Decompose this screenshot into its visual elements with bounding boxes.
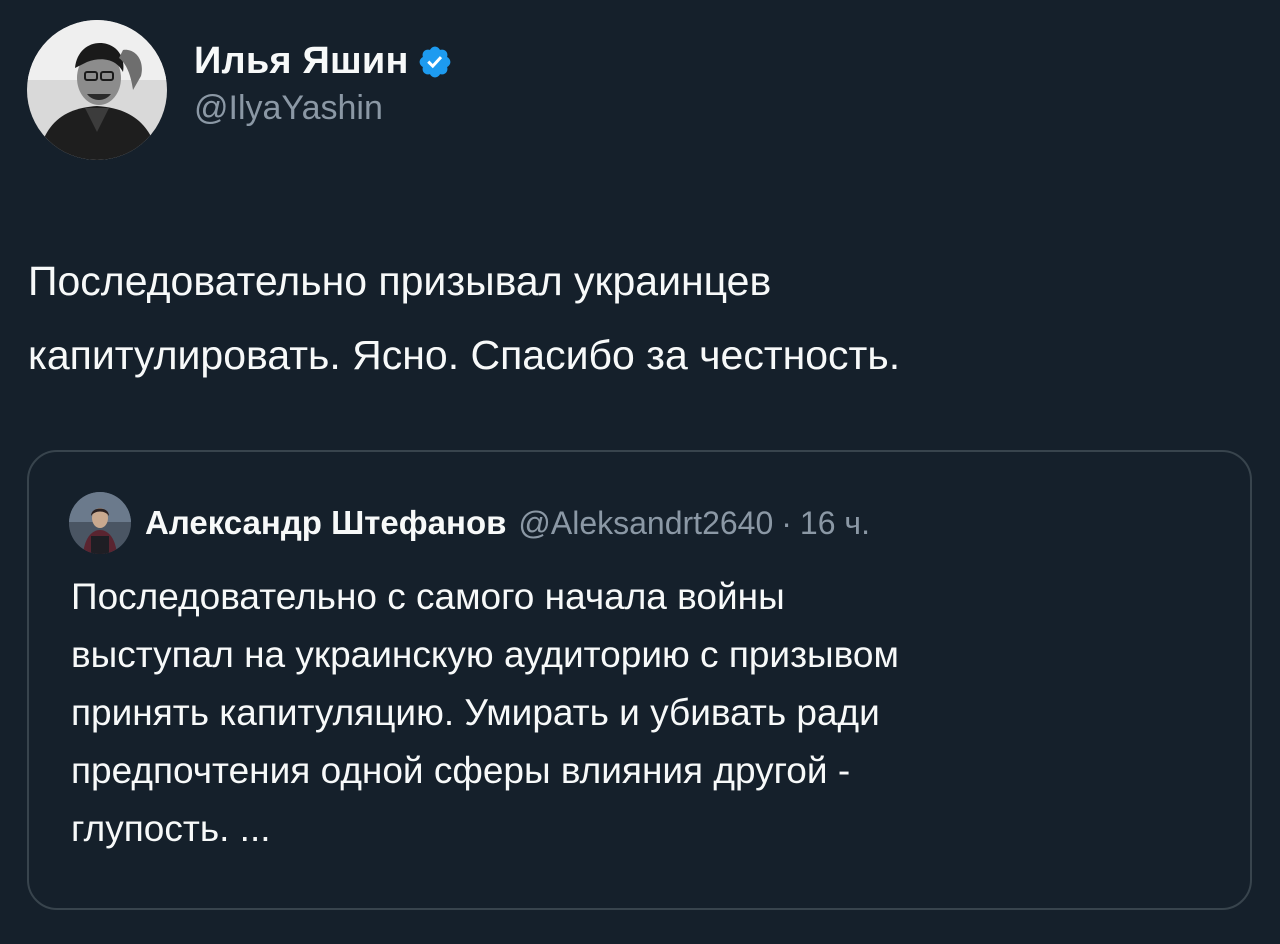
verified-badge-icon [417,44,453,80]
quoted-meta-separator: · [781,504,792,541]
tweet-card: Илья Яшин @IlyaYashin Последовательно пр… [0,0,1280,944]
quoted-author-display-name[interactable]: Александр Штефанов [145,504,506,542]
quoted-tweet-card[interactable]: Александр Штефанов @Aleksandrt2640 · 16 … [27,450,1252,910]
author-avatar[interactable] [27,20,167,160]
quoted-author-avatar[interactable] [69,492,131,554]
author-display-name[interactable]: Илья Яшин [194,40,409,83]
author-handle[interactable]: @IlyaYashin [194,89,453,128]
quoted-tweet-header: Александр Штефанов @Aleksandrt2640 · 16 … [69,490,870,556]
quoted-avatar-photo-icon [69,492,131,554]
avatar-photo-icon [27,20,167,160]
quoted-tweet-timestamp[interactable]: 16 ч. [800,505,870,542]
author-header: Илья Яшин @IlyaYashin [27,20,453,160]
author-meta: Илья Яшин @IlyaYashin [194,40,453,128]
quoted-author-handle[interactable]: @Aleksandrt2640 [518,505,773,542]
author-name-line: Илья Яшин [194,40,453,83]
tweet-text: Последовательно призывал украинцев капит… [28,258,901,378]
quoted-tweet-text: Последовательно с самого начала войны вы… [71,576,899,849]
